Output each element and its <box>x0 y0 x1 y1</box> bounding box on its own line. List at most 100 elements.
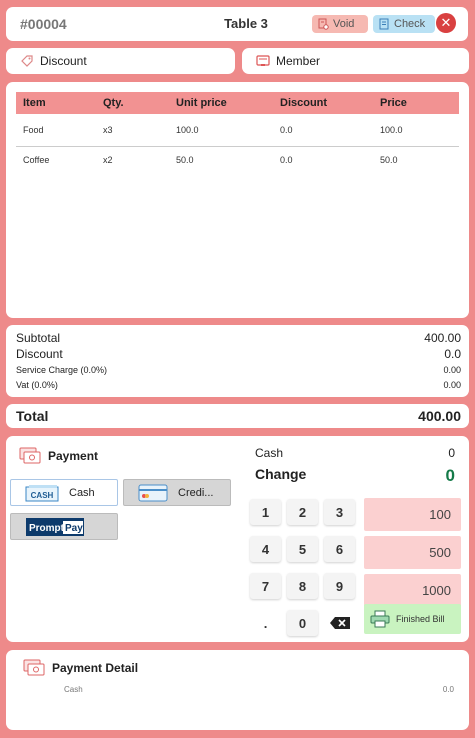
vat-label: Vat (0.0%) <box>16 380 58 390</box>
vat-line: Vat (0.0%) 0.00 <box>16 380 461 390</box>
quick-amount-500[interactable]: 500 <box>364 536 461 569</box>
col-unit-price: Unit price <box>176 97 227 109</box>
keypad-key-8[interactable]: 8 <box>287 573 318 599</box>
finished-bill-button[interactable]: Finished Bill <box>364 604 461 634</box>
credit-method-label: Credi... <box>178 486 214 499</box>
payment-detail-panel: Payment Detail Cash 0.0 <box>6 650 469 730</box>
keypad-key-0[interactable]: 0 <box>287 610 318 636</box>
cash-received-value: 0 <box>448 446 455 460</box>
credit-method-button[interactable]: Credi... <box>123 479 231 506</box>
payment-detail-title: Payment Detail <box>52 661 139 675</box>
keypad-key-3[interactable]: 3 <box>324 499 355 525</box>
check-button[interactable]: Check <box>373 15 435 33</box>
cash-received-label: Cash <box>255 446 284 460</box>
item-discount: 0.0 <box>280 155 293 165</box>
change-display: Change 0 <box>255 466 455 486</box>
total-bar: Total 400.00 <box>6 404 469 428</box>
keypad-key-7[interactable]: 7 <box>250 573 281 599</box>
change-value: 0 <box>445 466 455 485</box>
finished-bill-label: Finished Bill <box>396 614 445 624</box>
cash-icon: CASH <box>25 484 59 501</box>
bill-summary: Subtotal 400.00 Discount 0.0 Service Cha… <box>6 325 469 397</box>
discount-label: Discount <box>40 54 87 68</box>
quick-amount-100[interactable]: 100 <box>364 498 461 531</box>
member-button[interactable]: Member <box>242 48 469 74</box>
cash-method-button[interactable]: CASH Cash <box>10 479 118 506</box>
credit-card-icon <box>138 484 168 501</box>
keypad-key-6[interactable]: 6 <box>324 536 355 562</box>
discount-line: Discount 0.0 <box>16 347 461 361</box>
discount-summary-label: Discount <box>16 347 63 361</box>
payment-detail-icon <box>23 659 45 676</box>
order-header: #00004 Table 3 Void Check ✕ <box>6 7 468 41</box>
cash-icon-text: CASH <box>31 491 54 500</box>
payment-detail-row: Cash 0.0 <box>64 685 454 694</box>
close-icon: ✕ <box>440 15 452 30</box>
promptpay-logo-text-b: Pay <box>65 523 83 534</box>
promptpay-logo-icon: Prompt Pay <box>26 517 84 536</box>
payment-title: Payment <box>48 449 99 463</box>
payment-detail-method: Cash <box>64 685 83 694</box>
item-qty: x3 <box>103 125 113 135</box>
keypad-key-2[interactable]: 2 <box>287 499 318 525</box>
receipt-icon <box>379 18 389 30</box>
keypad-key-5[interactable]: 5 <box>287 536 318 562</box>
item-qty: x2 <box>103 155 113 165</box>
col-discount: Discount <box>280 97 328 109</box>
total-value: 400.00 <box>418 408 461 424</box>
subtotal-label: Subtotal <box>16 331 61 345</box>
vat-value: 0.00 <box>443 380 461 390</box>
change-label: Change <box>255 466 307 482</box>
backspace-icon <box>329 617 350 629</box>
close-button[interactable]: ✕ <box>436 13 456 33</box>
item-price: 50.0 <box>380 155 398 165</box>
item-price: 100.0 <box>380 125 403 135</box>
table-row[interactable]: Food x3 100.0 0.0 100.0 <box>16 118 459 142</box>
order-items-table: Item Qty. Unit price Discount Price Food… <box>6 82 469 318</box>
void-icon <box>318 18 329 30</box>
subtotal-value: 400.00 <box>424 331 461 345</box>
item-name: Coffee <box>23 155 50 165</box>
tag-icon <box>21 55 33 67</box>
member-label: Member <box>276 54 321 68</box>
col-qty: Qty. <box>103 97 124 109</box>
item-unit-price: 100.0 <box>176 125 199 135</box>
void-button[interactable]: Void <box>312 15 368 33</box>
discount-button[interactable]: Discount <box>6 48 235 74</box>
keypad-key-9[interactable]: 9 <box>324 573 355 599</box>
table-title: Table 3 <box>224 16 268 31</box>
printer-icon <box>370 610 390 628</box>
cash-method-label: Cash <box>69 486 95 499</box>
service-charge-value: 0.00 <box>443 365 461 375</box>
service-charge-label: Service Charge (0.0%) <box>16 365 108 375</box>
table-row[interactable]: Coffee x2 50.0 0.0 50.0 <box>16 148 459 172</box>
payment-icon <box>19 447 41 464</box>
col-item: Item <box>23 97 46 109</box>
discount-summary-value: 0.0 <box>444 347 461 361</box>
item-name: Food <box>23 125 44 135</box>
member-card-icon <box>256 55 270 66</box>
keypad-key-dot[interactable]: . <box>250 610 281 636</box>
service-charge-line: Service Charge (0.0%) 0.00 <box>16 365 461 375</box>
subtotal-line: Subtotal 400.00 <box>16 331 461 345</box>
promptpay-method-button[interactable]: Prompt Pay <box>10 513 118 540</box>
row-divider <box>16 146 459 147</box>
payment-header: Payment <box>18 446 98 466</box>
item-discount: 0.0 <box>280 125 293 135</box>
total-label: Total <box>16 408 49 424</box>
void-label: Void <box>333 18 355 30</box>
item-unit-price: 50.0 <box>176 155 194 165</box>
payment-panel: Payment CASH Cash Credi... Prompt Pay Cas… <box>6 436 469 642</box>
backspace-key[interactable] <box>324 610 355 636</box>
check-label: Check <box>394 18 426 30</box>
quick-amount-1000[interactable]: 1000 <box>364 574 461 607</box>
keypad-key-1[interactable]: 1 <box>250 499 281 525</box>
col-price: Price <box>380 97 407 109</box>
keypad-key-4[interactable]: 4 <box>250 536 281 562</box>
order-number: #00004 <box>20 16 67 32</box>
payment-detail-amount: 0.0 <box>442 685 454 694</box>
payment-detail-header: Payment Detail <box>22 658 138 678</box>
table-header: Item Qty. Unit price Discount Price <box>16 92 459 114</box>
cash-received: Cash 0 <box>255 446 455 460</box>
promptpay-logo-text-a: Prompt <box>29 523 65 534</box>
